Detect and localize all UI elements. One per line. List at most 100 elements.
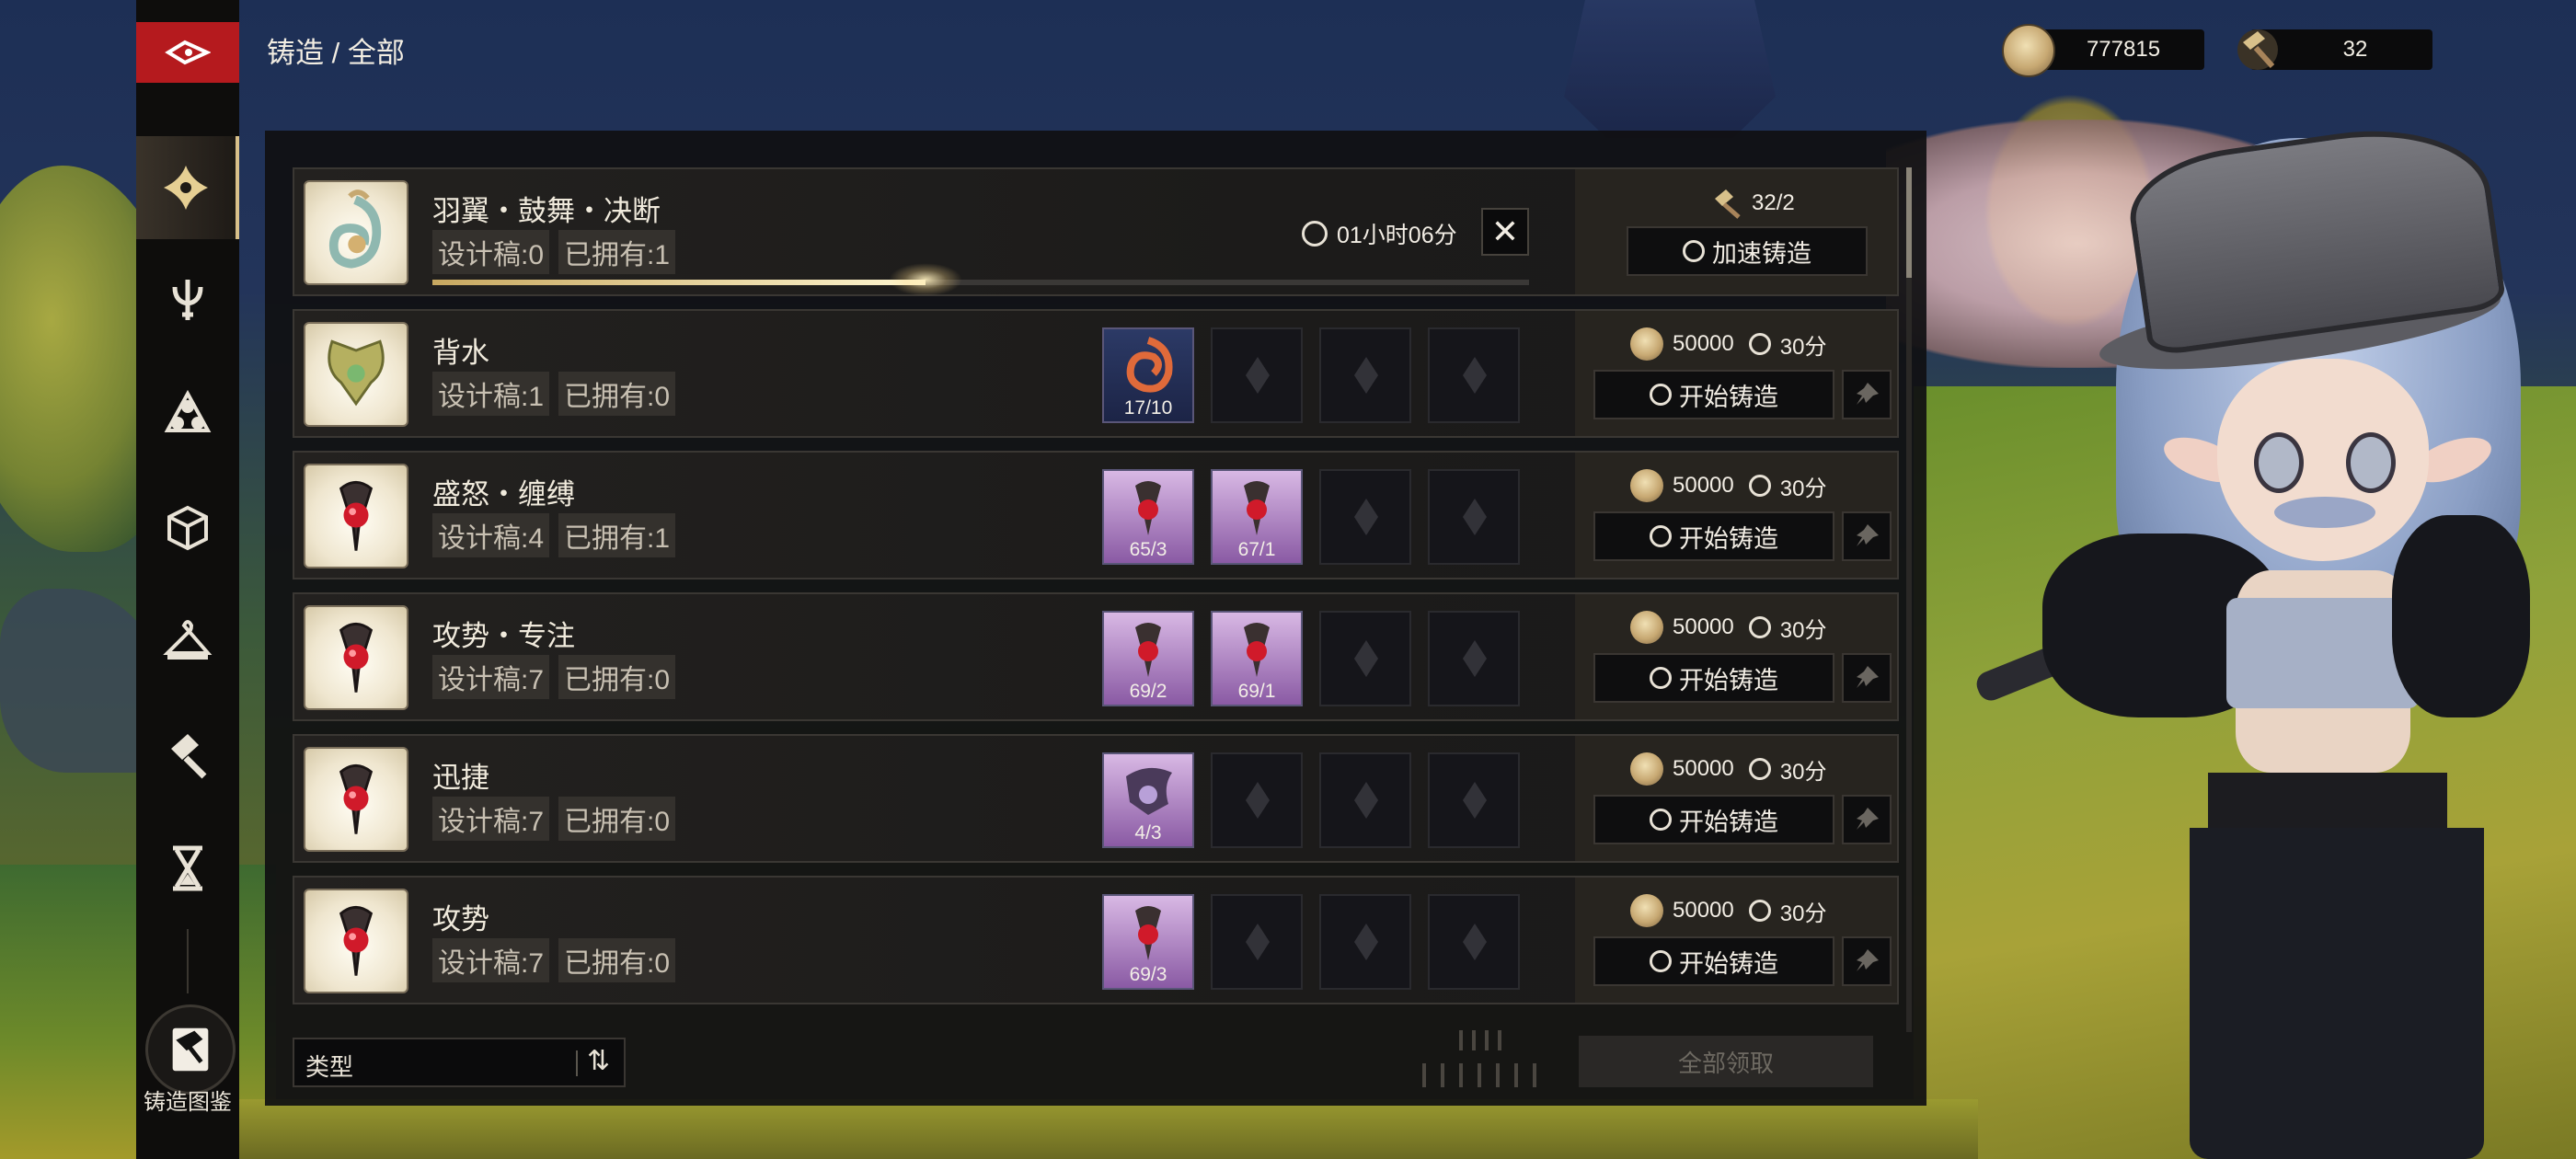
temple-roof	[1564, 0, 1776, 138]
character-face	[2217, 359, 2429, 561]
sort-toggle-icon[interactable]: ⇅	[587, 1045, 610, 1077]
material-slot[interactable]: 69/2	[1102, 611, 1194, 706]
item-name: 背水	[432, 337, 489, 369]
scrollbar-thumb[interactable]	[1906, 167, 1912, 278]
material-slot[interactable]: 69/1	[1211, 611, 1303, 706]
item-name: 迅捷	[432, 762, 489, 794]
design-count-tag: 设计稿:1	[432, 372, 550, 416]
feather-star-icon	[164, 166, 208, 210]
design-count-tag: 设计稿:7	[432, 938, 550, 982]
item-icon-ruby-pendant	[304, 747, 408, 852]
material-count: 17/10	[1123, 397, 1173, 419]
recipe-row[interactable]: 盛怒・缠缚 设计稿:4 已拥有:1 65/3 67/1 50000 30分 开始…	[293, 451, 1899, 580]
forge-icon	[1650, 809, 1672, 831]
clock-icon	[1748, 900, 1771, 922]
character-eye-left	[2254, 432, 2304, 493]
recipe-row[interactable]: 迅捷 设计稿:7 已拥有:0 4/3 50000 30分 开始铸造	[293, 734, 1899, 863]
flame-crystal-icon	[1126, 337, 1173, 393]
recipe-row[interactable]: 攻势 设计稿:7 已拥有:0 69/3 50000 30分 开始铸造	[293, 876, 1899, 1004]
pin-button[interactable]	[1842, 511, 1892, 561]
start-forge-button[interactable]: 开始铸造	[1593, 653, 1834, 703]
item-icon-ruby-pendant	[304, 605, 408, 710]
active-craft-row[interactable]: 羽翼・鼓舞・决断 设计稿:0 已拥有:1 01小时06分 ✕ 32/2 加速铸造	[293, 167, 1899, 296]
grass-field-bottom	[230, 1099, 1978, 1159]
material-count: 4/3	[1134, 822, 1162, 843]
owned-count-tag: 已拥有:0	[558, 938, 676, 982]
back-arrow-icon	[165, 40, 211, 65]
ruby-pendant-icon	[1244, 481, 1270, 535]
ruby-pendant-icon	[1135, 906, 1161, 960]
recipe-row[interactable]: 攻势・专注 设计稿:7 已拥有:0 69/2 69/1 50000 30分 开始…	[293, 592, 1899, 721]
material-slot[interactable]: 69/3	[1102, 894, 1194, 990]
clock-icon	[1748, 616, 1771, 638]
type-filter-dropdown[interactable]: 类型 ⇅	[293, 1038, 626, 1087]
item-name: 盛怒・缠缚	[432, 478, 575, 511]
material-slot[interactable]: 17/10	[1102, 327, 1194, 423]
material-slot-empty	[1319, 327, 1411, 423]
gold-coin-icon	[1630, 752, 1663, 786]
speed-up-button[interactable]: 加速铸造	[1627, 226, 1868, 276]
ore-currency[interactable]: 32	[2237, 29, 2432, 70]
cube-icon	[167, 505, 208, 551]
sidebar-item-hammer[interactable]	[136, 703, 239, 806]
list-scrollbar[interactable]	[1906, 167, 1912, 1032]
owned-count-tag: 已拥有:0	[558, 372, 676, 416]
pin-icon	[1857, 808, 1879, 830]
craft-timer-text: 01小时06分	[1337, 223, 1457, 248]
gold-coin-icon	[1630, 611, 1663, 644]
gold-currency[interactable]: 777815	[2002, 24, 2204, 77]
design-count-tag: 设计稿:7	[432, 655, 550, 699]
decorative-stamp	[1422, 1030, 1536, 1087]
sidebar-item-hourglass[interactable]	[136, 817, 239, 920]
material-slot[interactable]: 4/3	[1102, 752, 1194, 848]
design-count-tag: 设计稿:7	[432, 797, 550, 841]
craft-timer: 01小时06分	[1302, 217, 1457, 250]
material-slot-empty	[1211, 894, 1303, 990]
hammer-count-text: 32/2	[1752, 190, 1795, 215]
cancel-craft-button[interactable]: ✕	[1481, 208, 1529, 256]
craft-cost: 50000 30分	[1630, 469, 1826, 502]
sidebar-item-weapon[interactable]	[136, 248, 239, 351]
craft-time: 30分	[1779, 334, 1827, 360]
recipe-row[interactable]: 背水 设计稿:1 已拥有:0 17/10 50000 30分 开始铸造	[293, 309, 1899, 438]
sidebar-item-cube[interactable]	[136, 476, 239, 580]
item-icon-gold-wings	[304, 322, 408, 427]
codex-book-icon	[145, 1004, 236, 1095]
start-forge-button[interactable]: 开始铸造	[1593, 795, 1834, 844]
character-eye-right	[2346, 432, 2396, 493]
forge-icon	[1650, 525, 1672, 547]
sidebar-item-triple[interactable]	[136, 362, 239, 465]
hammer-icon	[171, 734, 207, 779]
sidebar-item-hanger[interactable]	[136, 589, 239, 692]
material-slot[interactable]: 67/1	[1211, 469, 1303, 565]
material-slot-empty	[1319, 611, 1411, 706]
sidebar-item-feather[interactable]	[136, 136, 239, 239]
start-forge-label: 开始铸造	[1679, 383, 1778, 411]
speed-up-label: 加速铸造	[1712, 239, 1811, 268]
design-count-tag: 设计稿:4	[432, 513, 550, 557]
pin-button[interactable]	[1842, 795, 1892, 844]
material-slot-empty	[1428, 894, 1520, 990]
speed-icon	[1683, 240, 1705, 262]
craft-cost: 50000 30分	[1630, 327, 1826, 361]
back-button[interactable]	[136, 22, 239, 83]
start-forge-button[interactable]: 开始铸造	[1593, 936, 1834, 986]
page-title: 铸造 / 全部	[267, 37, 405, 69]
material-slot[interactable]: 65/3	[1102, 469, 1194, 565]
material-slot-empty	[1428, 611, 1520, 706]
item-icon-ruby-pendant	[304, 889, 408, 993]
forge-codex-button[interactable]: 铸造图鉴	[136, 1003, 239, 1122]
start-forge-button[interactable]: 开始铸造	[1593, 370, 1834, 419]
pin-button[interactable]	[1842, 653, 1892, 703]
ruby-pendant-icon	[1135, 481, 1161, 535]
gold-coin-icon	[1630, 894, 1663, 927]
pin-button[interactable]	[1842, 936, 1892, 986]
start-forge-button[interactable]: 开始铸造	[1593, 511, 1834, 561]
claim-all-button[interactable]: 全部领取	[1579, 1036, 1873, 1087]
pin-button[interactable]	[1842, 370, 1892, 419]
gold-cost: 50000	[1673, 473, 1734, 498]
craft-progress-bar	[432, 263, 1529, 296]
material-slot-empty	[1428, 469, 1520, 565]
gold-cost: 50000	[1673, 756, 1734, 781]
recipe-list[interactable]: 羽翼・鼓舞・决断 设计稿:0 已拥有:1 01小时06分 ✕ 32/2 加速铸造…	[293, 167, 1899, 1032]
